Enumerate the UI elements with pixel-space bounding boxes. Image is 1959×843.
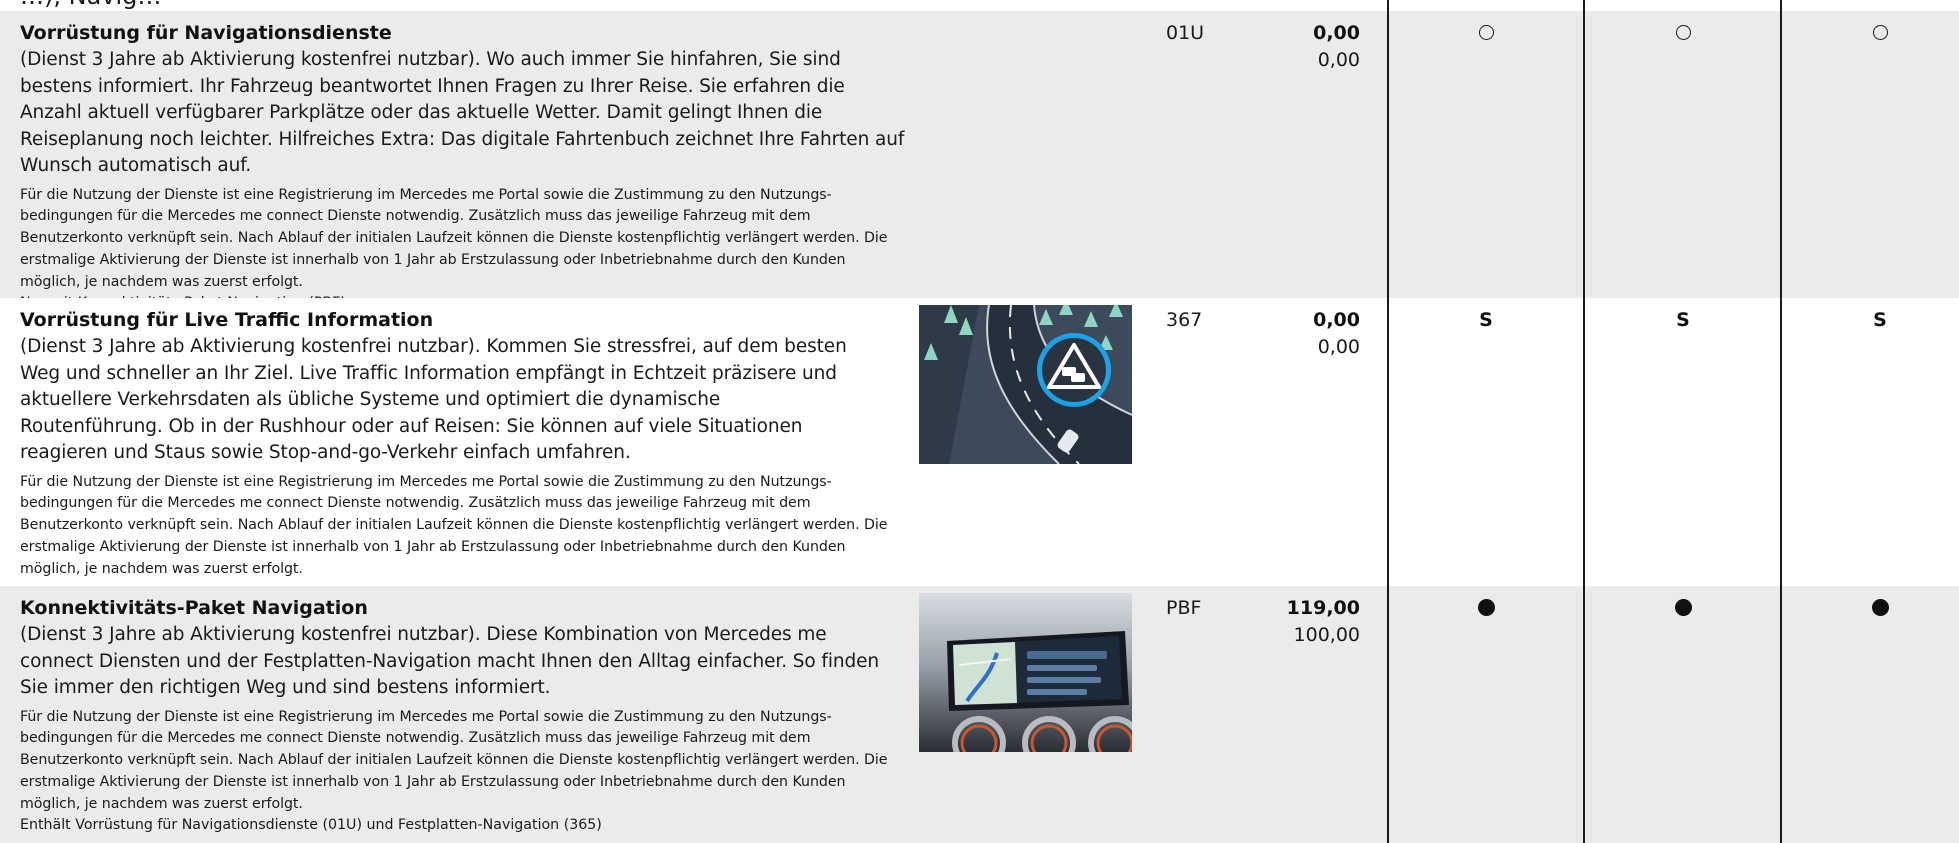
option-fine-print: Für die Nutzung der Dienste ist eine Reg… bbox=[20, 186, 888, 290]
price-gross: 0,00 bbox=[1313, 309, 1360, 331]
availability-line-3 bbox=[1780, 595, 1959, 622]
option-description: Vorrüstung für Live Traffic Information … bbox=[20, 307, 888, 580]
availability-line-3 bbox=[1780, 20, 1959, 47]
option-fine-print: Für die Nutzung der Dienste ist eine Reg… bbox=[20, 473, 888, 577]
option-price: 119,00 100,00 bbox=[1236, 595, 1360, 649]
price-gross: 119,00 bbox=[1286, 597, 1360, 619]
availability-line-2: S bbox=[1676, 309, 1690, 331]
column-divider bbox=[1780, 0, 1782, 843]
option-code: PBF bbox=[1166, 597, 1202, 619]
option-row-01u: Vorrüstung für Navigationsdienste (Diens… bbox=[0, 11, 1959, 311]
previous-row-fragment: …), Navig… bbox=[20, 0, 161, 10]
availability-line-3: S bbox=[1873, 309, 1887, 331]
option-lead-text: (Dienst 3 Jahre ab Aktivierung kostenfre… bbox=[20, 624, 880, 698]
availability-line-1: S bbox=[1479, 309, 1493, 331]
availability-line-2 bbox=[1583, 20, 1783, 47]
option-price: 0,00 0,00 bbox=[1236, 20, 1360, 74]
option-row-367: Vorrüstung für Live Traffic Information … bbox=[0, 298, 1959, 586]
price-gross: 0,00 bbox=[1313, 22, 1360, 44]
live-traffic-image bbox=[919, 305, 1132, 464]
option-title: Vorrüstung für Navigationsdienste bbox=[20, 22, 392, 44]
column-divider bbox=[1583, 0, 1585, 843]
option-title: Konnektivitäts-Paket Navigation bbox=[20, 597, 368, 619]
optional-marker bbox=[1872, 24, 1888, 40]
cockpit-display-illustration bbox=[919, 593, 1132, 752]
option-description: Konnektivitäts-Paket Navigation (Dienst … bbox=[20, 595, 910, 837]
optional-marker bbox=[1675, 24, 1691, 40]
option-list-page: …), Navig… Vorrüstung für Navigationsdie… bbox=[0, 0, 1959, 843]
option-code: 367 bbox=[1166, 309, 1203, 331]
live-traffic-illustration bbox=[919, 305, 1132, 464]
option-note: Enthält Vorrüstung für Navigationsdienst… bbox=[20, 817, 602, 834]
availability-line-2 bbox=[1583, 595, 1783, 622]
price-net: 0,00 bbox=[1317, 336, 1360, 358]
standard-package-marker bbox=[1871, 598, 1889, 616]
availability-line-1 bbox=[1386, 595, 1586, 622]
option-code: 01U bbox=[1166, 22, 1205, 44]
option-title: Vorrüstung für Live Traffic Information bbox=[20, 309, 434, 331]
option-description: Vorrüstung für Navigationsdienste (Diens… bbox=[20, 20, 910, 315]
price-net: 100,00 bbox=[1293, 624, 1360, 646]
standard-package-marker bbox=[1477, 598, 1495, 616]
navigation-package-image bbox=[919, 593, 1132, 752]
column-divider bbox=[1387, 0, 1389, 843]
optional-marker bbox=[1478, 24, 1494, 40]
price-net: 0,00 bbox=[1317, 49, 1360, 71]
option-lead-text: (Dienst 3 Jahre ab Aktivierung kostenfre… bbox=[20, 49, 905, 176]
option-lead-text: (Dienst 3 Jahre ab Aktivierung kostenfre… bbox=[20, 336, 847, 463]
option-price: 0,00 0,00 bbox=[1236, 307, 1360, 361]
option-fine-print: Für die Nutzung der Dienste ist eine Reg… bbox=[20, 708, 888, 812]
standard-package-marker bbox=[1674, 598, 1692, 616]
traffic-jam-icon bbox=[1037, 333, 1111, 407]
option-row-pbf: Konnektivitäts-Paket Navigation (Dienst … bbox=[0, 586, 1959, 843]
availability-line-1 bbox=[1386, 20, 1586, 47]
